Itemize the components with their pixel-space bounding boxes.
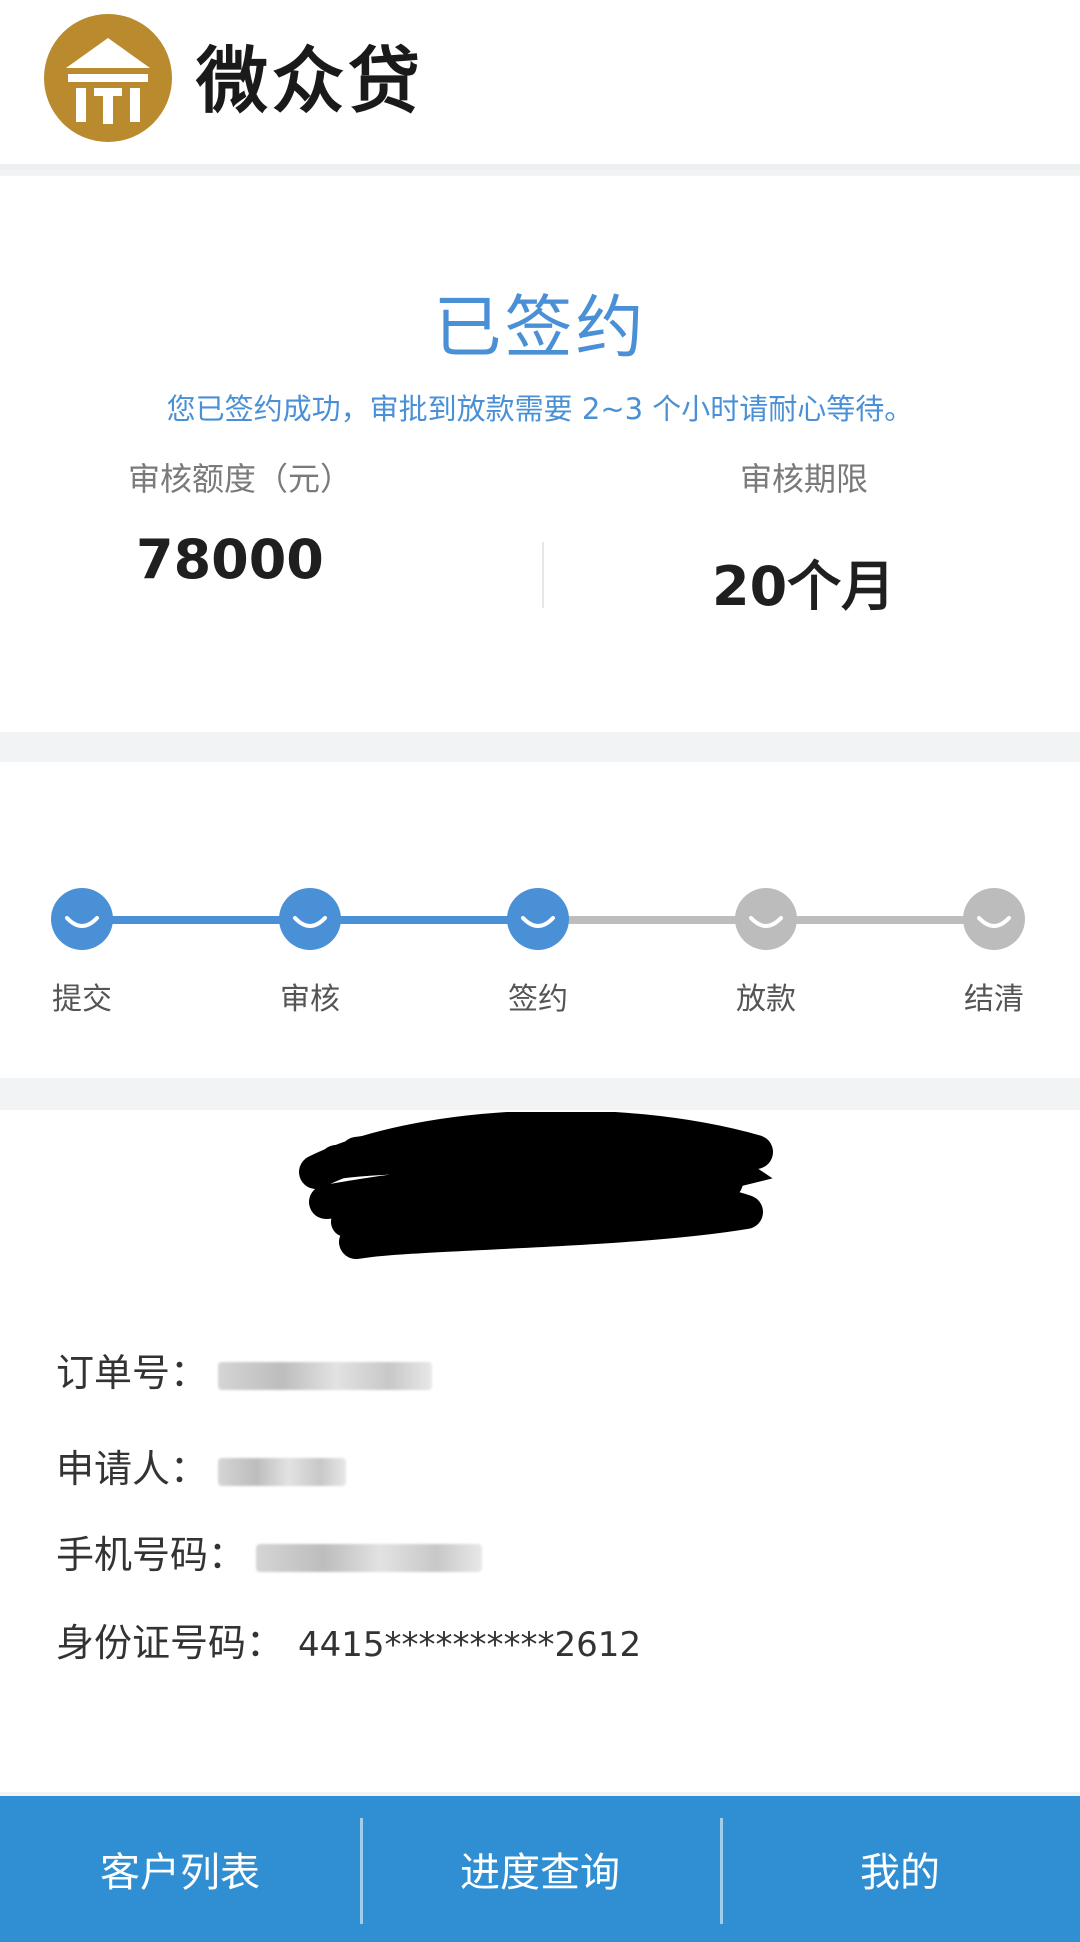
- amount-label: 审核额度（元）: [128, 460, 353, 498]
- step-sign-smile-icon: [507, 888, 569, 950]
- summary-divider: [542, 542, 544, 608]
- step-label-sign: 签约: [508, 982, 568, 1017]
- step-submit-smile-icon: [51, 888, 113, 950]
- step-label-review: 审核: [280, 982, 340, 1017]
- step-label-disburse: 放款: [736, 982, 796, 1017]
- progress-tracker: 提交 审核 签约 放款 结清: [0, 762, 1080, 1078]
- pillar-gate-icon: [44, 14, 172, 142]
- phone-redacted: [256, 1543, 483, 1572]
- applicant-redacted: [218, 1457, 347, 1486]
- status-message: 您已签约成功，审批到放款需要 2~3 个小时请耐心等待。: [166, 392, 914, 426]
- phone-label: 手机号码：: [56, 1533, 247, 1577]
- id-number-row: 身份证号码： 4415**********2612: [56, 1612, 641, 1667]
- step-disburse-smile-icon: [735, 888, 797, 950]
- status-title: 已签约: [433, 289, 647, 368]
- applicant-row: 申请人：: [56, 1438, 347, 1493]
- redaction-scribble: [299, 1112, 773, 1259]
- tab-customer-list[interactable]: 客户列表: [0, 1796, 360, 1942]
- app-header: 微众贷: [0, 0, 1080, 170]
- phone-row: 手机号码：: [56, 1524, 483, 1579]
- approval-summary-card: 已签约 您已签约成功，审批到放款需要 2~3 个小时请耐心等待。 审核额度（元）…: [0, 176, 1080, 732]
- term-value: 20个月: [712, 555, 896, 618]
- order-details-card: 订单号： 申请人： 手机号码： 身份证号码： 4415**********2612: [0, 1110, 1080, 1792]
- step-label-settle: 结清: [964, 982, 1024, 1017]
- id-number-value: 4415**********2612: [298, 1625, 642, 1665]
- step-review-smile-icon: [279, 888, 341, 950]
- order-number-label: 订单号：: [56, 1351, 209, 1395]
- id-number-label: 身份证号码：: [56, 1621, 285, 1665]
- amount-value: 78000: [136, 528, 324, 591]
- tab-mine[interactable]: 我的: [720, 1796, 1080, 1942]
- step-settle-smile-icon: [963, 888, 1025, 950]
- brand-name: 微众贷: [196, 38, 425, 123]
- step-label-submit: 提交: [52, 982, 112, 1017]
- order-number-row: 订单号：: [56, 1342, 433, 1397]
- applicant-label: 申请人：: [56, 1447, 209, 1491]
- bottom-tab-bar: 客户列表 进度查询 我的: [0, 1796, 1080, 1942]
- order-number-redacted: [218, 1361, 433, 1390]
- term-label: 审核期限: [740, 460, 869, 498]
- tab-progress-query[interactable]: 进度查询: [360, 1796, 720, 1942]
